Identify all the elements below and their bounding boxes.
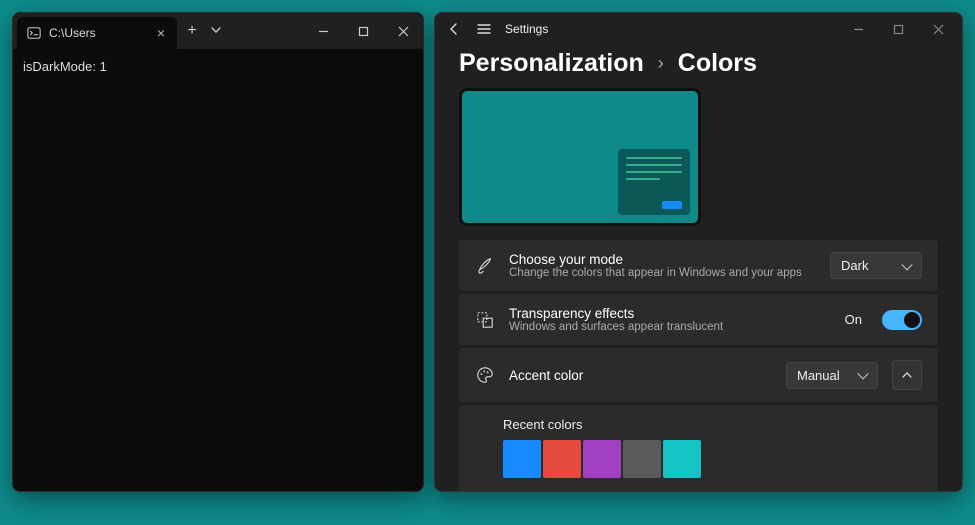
preview-window-icon [618,149,690,215]
choose-mode-title: Choose your mode [509,252,816,267]
settings-close-button[interactable] [918,15,958,43]
color-preview [459,88,701,226]
palette-icon [475,366,495,384]
terminal-window: C:\Users × + isDarkMode: 1 [12,12,424,492]
transparency-state-label: On [845,312,862,327]
new-tab-button[interactable]: + [177,22,207,40]
settings-window: Settings Personalization › Colors [434,12,963,492]
accent-expand-button[interactable] [892,360,922,390]
close-tab-button[interactable]: × [153,25,169,41]
recent-colors-block: Recent colors [459,405,938,491]
breadcrumb-current: Colors [678,49,757,78]
hamburger-menu-button[interactable] [469,15,499,43]
mode-dropdown[interactable]: Dark [830,252,922,279]
chevron-right-icon: › [658,53,664,74]
color-swatch[interactable] [623,440,661,478]
settings-body: Personalization › Colors Choose your mod… [435,45,962,491]
choose-mode-desc: Change the colors that appear in Windows… [509,267,816,279]
accent-color-row: Accent color Manual [459,348,938,402]
accent-dropdown[interactable]: Manual [786,362,878,389]
terminal-titlebar: C:\Users × + [13,13,423,49]
breadcrumb-parent[interactable]: Personalization [459,49,644,78]
transparency-toggle[interactable] [882,310,922,330]
accent-color-title: Accent color [509,368,772,383]
terminal-output-line: isDarkMode: 1 [23,59,413,74]
settings-titlebar: Settings [435,13,962,45]
minimize-button[interactable] [303,15,343,47]
brush-icon [475,257,495,275]
close-window-button[interactable] [383,15,423,47]
color-swatch[interactable] [663,440,701,478]
recent-colors-swatches [503,440,922,478]
breadcrumb: Personalization › Colors [459,49,938,78]
tab-dropdown-button[interactable] [207,25,225,38]
recent-colors-title: Recent colors [503,417,922,432]
choose-mode-row: Choose your mode Change the colors that … [459,240,938,291]
color-swatch[interactable] [543,440,581,478]
color-swatch[interactable] [503,440,541,478]
terminal-icon [27,26,41,40]
terminal-tab[interactable]: C:\Users × [17,17,177,49]
transparency-title: Transparency effects [509,306,831,321]
maximize-button[interactable] [343,15,383,47]
terminal-body[interactable]: isDarkMode: 1 [13,49,423,491]
back-button[interactable] [439,15,469,43]
accent-dropdown-value: Manual [797,368,840,383]
settings-maximize-button[interactable] [878,15,918,43]
color-swatch[interactable] [583,440,621,478]
transparency-icon [475,311,495,329]
transparency-desc: Windows and surfaces appear translucent [509,321,831,333]
settings-minimize-button[interactable] [838,15,878,43]
transparency-row: Transparency effects Windows and surface… [459,294,938,345]
app-title: Settings [505,22,548,36]
terminal-tab-title: C:\Users [49,26,145,40]
mode-dropdown-value: Dark [841,258,868,273]
